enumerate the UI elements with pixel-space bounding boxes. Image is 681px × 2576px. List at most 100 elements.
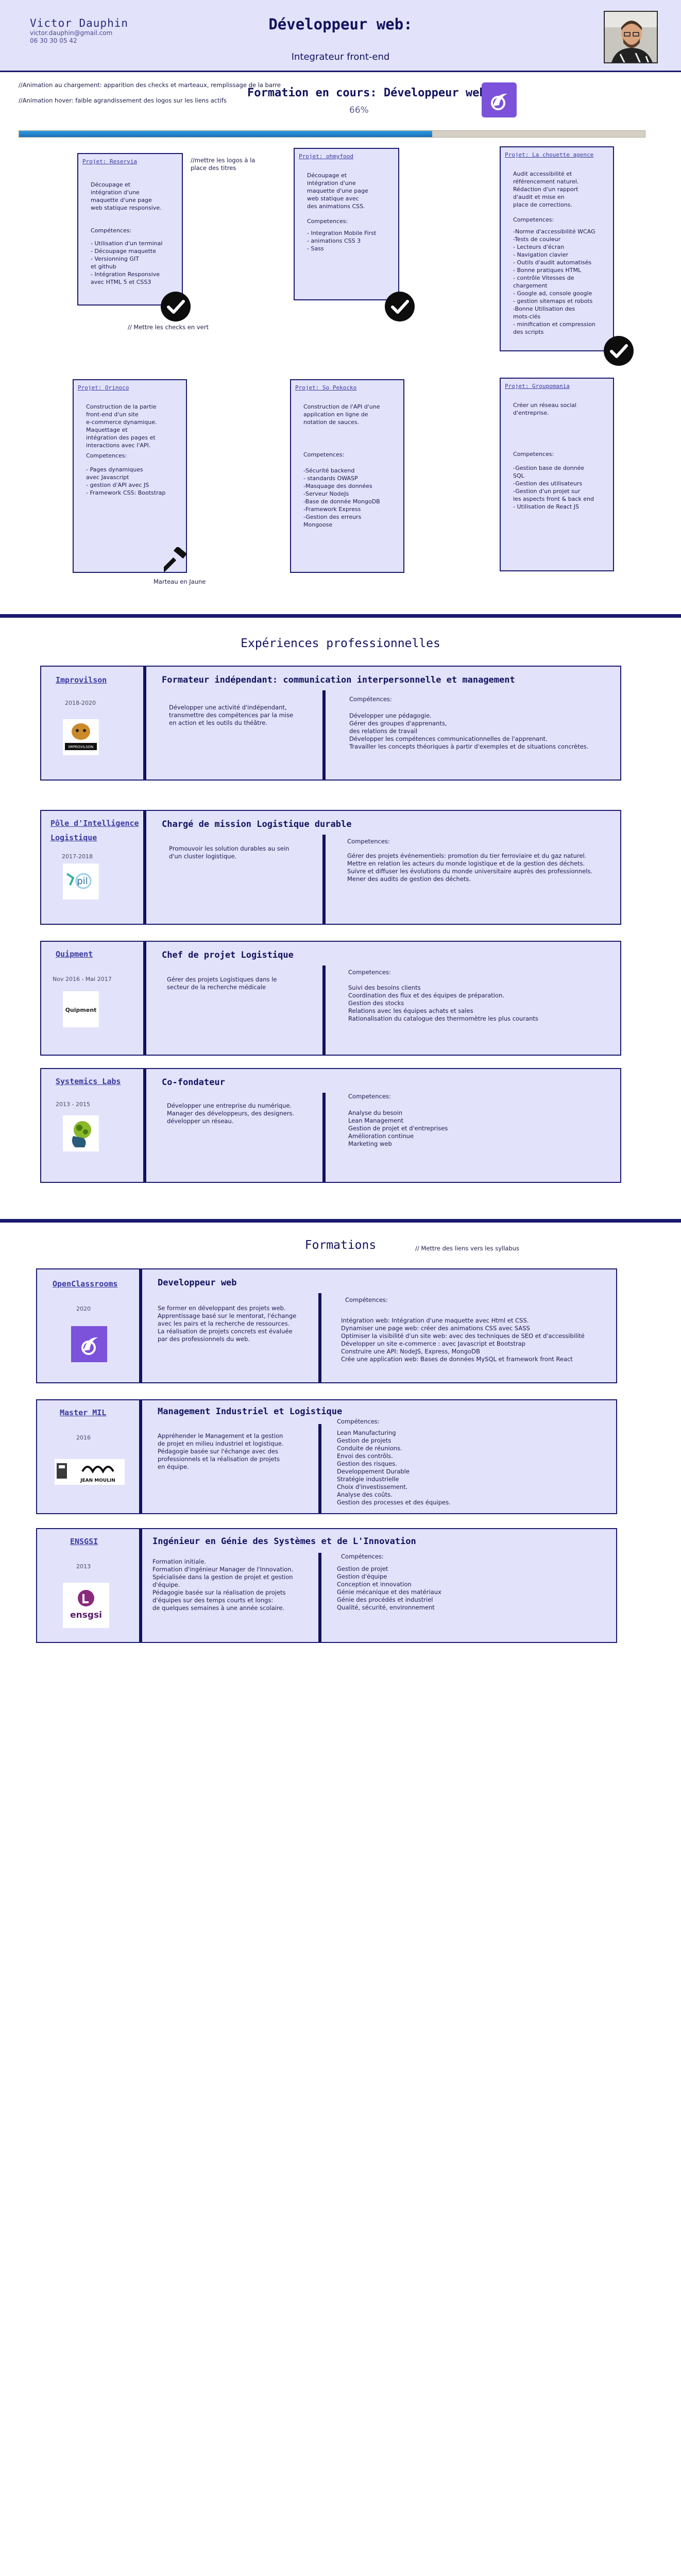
page-header: Victor Dauphin victor.dauphin@gmail.com … bbox=[0, 0, 681, 72]
project-card-ohmyfood[interactable]: Projet: ohmyfood Découpage et intégratio… bbox=[294, 148, 399, 300]
job-description: Développer une entreprise du numérique. … bbox=[167, 1102, 295, 1125]
company-name[interactable]: Quipment bbox=[56, 947, 93, 961]
card-separator bbox=[322, 1093, 326, 1182]
project-card-la-chouette-agence[interactable]: Projet: La chouette agence Audit accessi… bbox=[500, 146, 614, 351]
card-separator bbox=[139, 1269, 142, 1382]
page-subtitle: Integrateur front-end bbox=[291, 52, 390, 62]
card-separator bbox=[143, 811, 146, 924]
improvilson-logo[interactable]: IMPROVILSON bbox=[63, 719, 99, 755]
section-divider bbox=[0, 614, 681, 618]
project-description: Découpage et intégration d'une maquette … bbox=[307, 172, 368, 210]
logo-text: IMPROVILSON bbox=[69, 745, 94, 749]
job-skills-label: Competences: bbox=[347, 838, 390, 845]
card-separator bbox=[143, 942, 146, 1055]
project-skills: -Norme d'accessibilité WCAG -Tests de co… bbox=[513, 228, 595, 335]
dev-note-animation-load: //Animation au chargement: apparition de… bbox=[19, 81, 281, 89]
project-title[interactable]: Projet: So Pekocko bbox=[295, 384, 356, 391]
quipment-logo[interactable]: Quipment bbox=[63, 991, 99, 1027]
project-skills-label: Competences: bbox=[513, 216, 554, 223]
experience-years: 2017-2018 bbox=[62, 853, 93, 860]
card-separator bbox=[139, 1529, 142, 1642]
project-skills-label: Competences: bbox=[513, 451, 554, 457]
training-progress-fill bbox=[19, 131, 432, 137]
project-description: Audit accessibilité et référencement nat… bbox=[513, 171, 579, 208]
experience-years: Nov 2016 - Mai 2017 bbox=[53, 976, 112, 982]
training-progress-label: 66% bbox=[349, 105, 369, 115]
job-skills-label: Competences: bbox=[348, 1093, 391, 1100]
formation-card-ensgsi: ENSGSI 2013 ensgsi Ingénieur en Génie de… bbox=[36, 1528, 617, 1643]
job-skills-label: Compétences: bbox=[349, 696, 392, 703]
systemics-labs-logo[interactable] bbox=[63, 1115, 99, 1151]
project-card-so-pekocko[interactable]: Projet: So Pekocko Construction de l'API… bbox=[290, 379, 404, 573]
logo-text: pil bbox=[77, 876, 88, 887]
formation-skills-label: Compétences: bbox=[337, 1418, 380, 1425]
card-separator bbox=[318, 1424, 321, 1513]
company-name[interactable]: Systemics Labs bbox=[56, 1074, 121, 1089]
ensgsi-logo[interactable]: ensgsi bbox=[63, 1583, 109, 1628]
school-name[interactable]: Master MIL bbox=[60, 1405, 106, 1420]
company-name[interactable]: Pôle d'Intelligence Logistique bbox=[50, 816, 146, 845]
project-skills: - Utilisation d'un terminal - Découpage … bbox=[91, 240, 163, 285]
formation-years: 2013 bbox=[76, 1563, 91, 1570]
project-skills-label: Competences: bbox=[86, 452, 127, 459]
project-card-groupomania[interactable]: Projet: Groupomania Créer un réseau soci… bbox=[500, 378, 614, 571]
project-card-orinoco[interactable]: Projet: Orinoco Construction de la parti… bbox=[73, 379, 187, 573]
job-description: Promouvoir les solution durables au sein… bbox=[169, 845, 290, 860]
jean-moulin-logo[interactable]: JEAN MOULIN bbox=[55, 1459, 125, 1485]
school-name[interactable]: ENSGSI bbox=[70, 1534, 98, 1549]
project-card-reservia[interactable]: Projet: Reservia Découpage et intégratio… bbox=[77, 153, 183, 306]
project-skills: -Gestion base de donnée SQL -Gestion des… bbox=[513, 465, 594, 510]
avatar bbox=[604, 11, 658, 63]
experience-years: 2018-2020 bbox=[65, 700, 96, 706]
formation-years: 2016 bbox=[76, 1434, 91, 1441]
formation-title: Management Industriel et Logistique bbox=[158, 1406, 343, 1417]
project-title[interactable]: Projet: Groupomania bbox=[505, 383, 570, 389]
job-skills: Analyse du besoin Lean Management Gestio… bbox=[348, 1109, 448, 1147]
openclassrooms-logo[interactable] bbox=[482, 82, 517, 117]
project-skills: - Pages dynamiques avec Javascript - ges… bbox=[86, 466, 166, 496]
project-skills: - Integration Mobile First - animations … bbox=[307, 230, 377, 252]
logo-text: ensgsi bbox=[70, 1610, 102, 1620]
dev-note-animation-hover: //Animation hover: faible agrandissement… bbox=[19, 97, 227, 104]
check-icon bbox=[604, 336, 634, 366]
formation-title: Developpeur web bbox=[158, 1278, 237, 1288]
logo-text: Quipment bbox=[65, 1007, 97, 1013]
project-title[interactable]: Projet: ohmyfood bbox=[299, 153, 353, 160]
card-separator bbox=[322, 965, 326, 1055]
job-title: Chargé de mission Logistique durable bbox=[162, 819, 352, 829]
formations-heading: Formations bbox=[304, 1239, 377, 1252]
experience-card-improvilson: Improvilson 2018-2020 IMPROVILSON Format… bbox=[40, 666, 621, 781]
school-name[interactable]: OpenClassrooms bbox=[53, 1277, 117, 1291]
company-name[interactable]: Improvilson bbox=[56, 673, 107, 687]
formation-card-master-mil: Master MIL 2016 JEAN MOULIN Management I… bbox=[36, 1399, 617, 1514]
phone-number: 06 30 30 05 42 bbox=[30, 37, 77, 44]
formation-card-openclassrooms: OpenClassrooms 2020 Developpeur web Se f… bbox=[36, 1268, 617, 1383]
job-skills: Suivi des besoins clients Coordination d… bbox=[348, 984, 538, 1022]
project-title[interactable]: Projet: La chouette agence bbox=[505, 151, 593, 158]
project-description: Construction de la partie front-end d'un… bbox=[86, 403, 157, 449]
logo-text: JEAN MOULIN bbox=[80, 1478, 115, 1483]
card-separator bbox=[143, 667, 146, 779]
formation-skills: Lean Manufacturing Gestion de projets Co… bbox=[337, 1429, 451, 1506]
check-icon bbox=[161, 292, 191, 321]
job-title: Formateur indépendant: communication int… bbox=[162, 675, 515, 685]
openclassrooms-logo[interactable] bbox=[71, 1326, 107, 1362]
pil-logo[interactable]: pil bbox=[63, 863, 99, 900]
training-progress-bar bbox=[19, 130, 645, 138]
job-description: Développer une activité d'indépendant, t… bbox=[169, 704, 294, 726]
project-title[interactable]: Projet: Reservia bbox=[82, 158, 137, 165]
project-skills-label: Competences: bbox=[307, 218, 348, 225]
job-skills: Développer une pédagogie. Gérer des grou… bbox=[349, 712, 589, 750]
check-icon bbox=[385, 292, 415, 321]
project-description: Construction de l'API d'une application … bbox=[303, 403, 380, 426]
project-skills-label: Compétences: bbox=[91, 227, 132, 234]
card-separator bbox=[143, 1069, 146, 1182]
card-separator bbox=[139, 1400, 142, 1513]
project-title[interactable]: Projet: Orinoco bbox=[78, 384, 129, 391]
experience-card-pil: Pôle d'Intelligence Logistique 2017-2018… bbox=[40, 810, 621, 925]
experience-card-systemics-labs: Systemics Labs 2013 - 2015 Co-fondateur … bbox=[40, 1068, 621, 1183]
hammer-icon bbox=[161, 546, 189, 572]
job-description: Gérer des projets Logistiques dans le se… bbox=[167, 976, 277, 991]
project-description: Découpage et intégration d'une maquette … bbox=[91, 181, 162, 211]
experience-card-quipment: Quipment Nov 2016 - Mai 2017 Quipment Ch… bbox=[40, 941, 621, 1056]
